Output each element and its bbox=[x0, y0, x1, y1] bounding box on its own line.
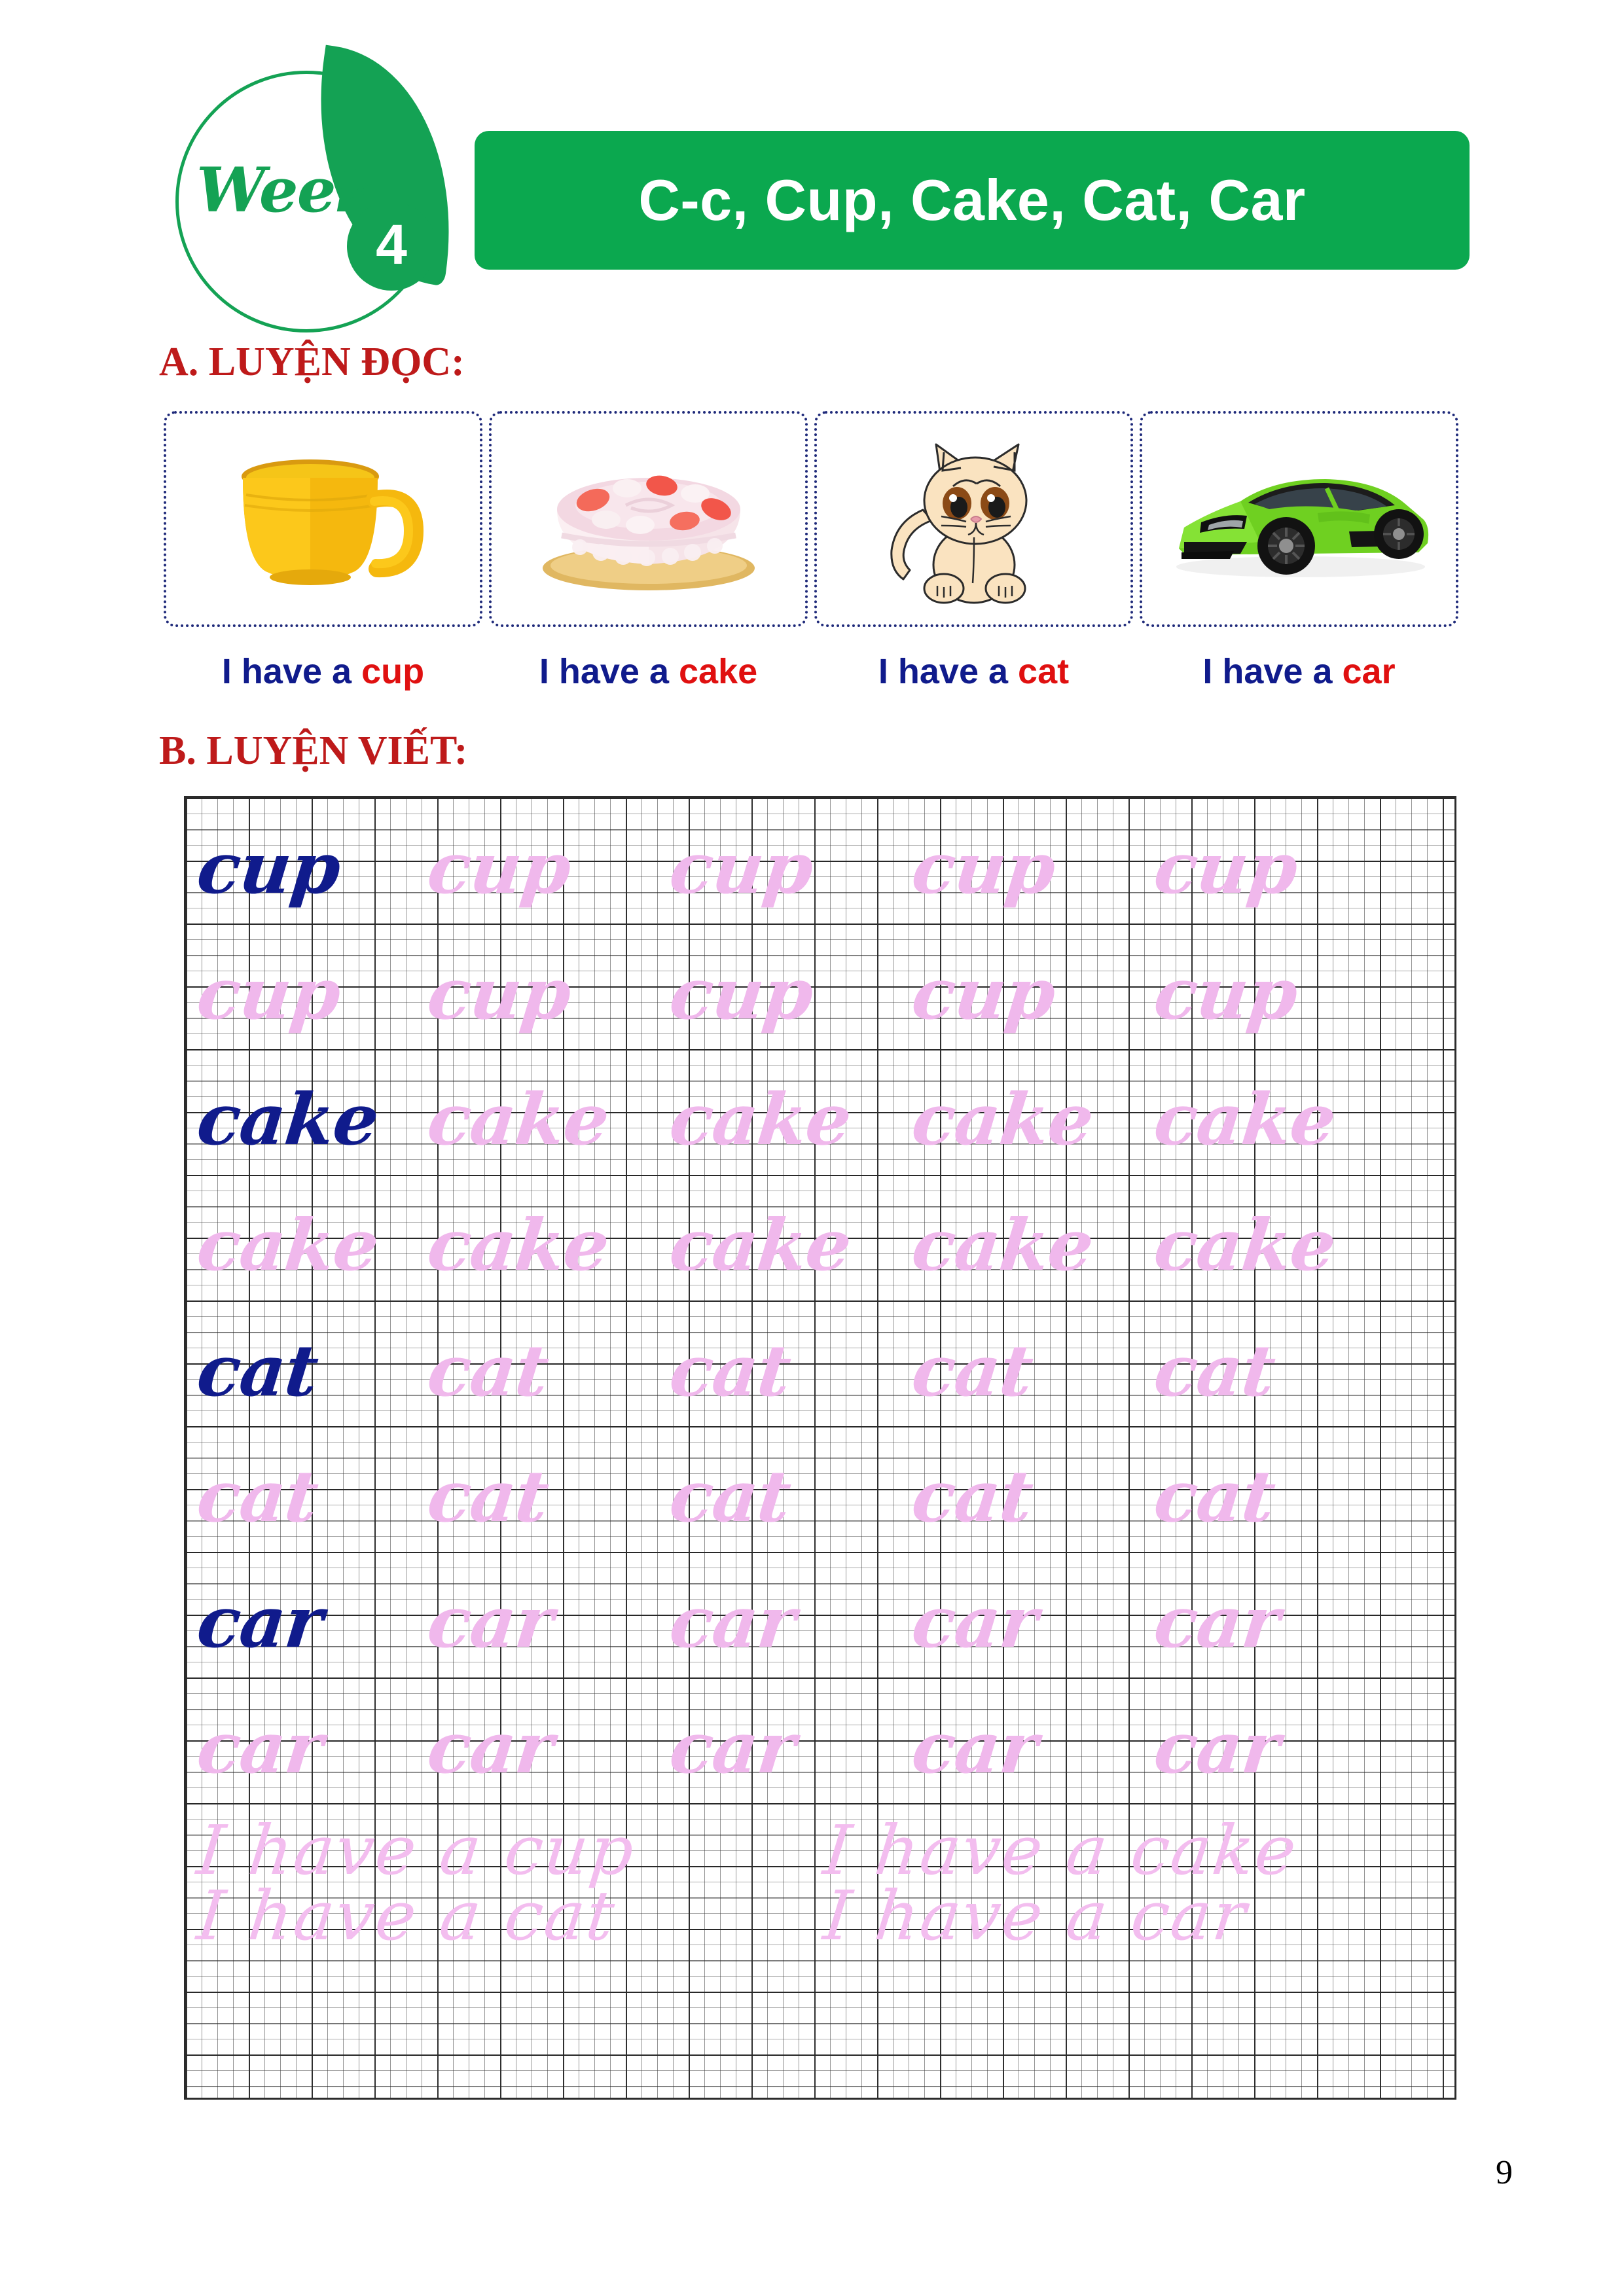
trace-word: cat bbox=[424, 1456, 552, 1538]
picture-card-cake bbox=[489, 411, 808, 627]
trace-word: car bbox=[424, 1707, 557, 1789]
model-word: cup bbox=[193, 827, 344, 910]
trace-word: cake bbox=[666, 1079, 855, 1161]
captions-row: I have a cup I have a cake I have a cat … bbox=[164, 641, 1465, 702]
page-header: Week 4 C-c, Cup, Cake, Cat, Car bbox=[0, 0, 1624, 332]
trace-word: cup bbox=[424, 827, 575, 910]
reading-section-heading: A. LUYỆN ĐỌC: bbox=[159, 340, 465, 384]
caption-cake: I have a cake bbox=[489, 641, 808, 702]
trace-word: cat bbox=[666, 1456, 795, 1538]
caption-prefix: I have a bbox=[878, 652, 1019, 691]
writing-row: car car car car car bbox=[186, 1552, 1454, 1677]
worksheet-page: Week 4 C-c, Cup, Cake, Cat, Car A. LUYỆN… bbox=[0, 0, 1624, 2296]
caption-keyword: cat bbox=[1018, 652, 1070, 691]
writing-row: cat cat cat cat cat bbox=[186, 1426, 1454, 1552]
cake-image bbox=[542, 475, 755, 590]
writing-row: cake cake cake cake cake bbox=[186, 1175, 1454, 1300]
trace-word: cake bbox=[193, 1204, 382, 1287]
caption-keyword: cup bbox=[361, 652, 425, 691]
cup-image bbox=[241, 459, 424, 585]
trace-word: cup bbox=[908, 953, 1059, 1035]
trace-word: cup bbox=[1150, 827, 1301, 910]
trace-word: cup bbox=[666, 827, 817, 910]
trace-word: car bbox=[193, 1707, 327, 1789]
week-number-value: 4 bbox=[376, 213, 407, 276]
trace-word: cup bbox=[424, 953, 575, 1035]
caption-cat: I have a cat bbox=[814, 641, 1133, 702]
writing-section-heading: B. LUYỆN VIẾT: bbox=[159, 728, 468, 773]
caption-cup: I have a cup bbox=[164, 641, 482, 702]
trace-word: cat bbox=[908, 1456, 1037, 1538]
car-image bbox=[1176, 479, 1428, 577]
picture-card-car bbox=[1140, 411, 1458, 627]
trace-word: cup bbox=[908, 827, 1059, 910]
writing-row: cake cake cake cake cake bbox=[186, 1049, 1454, 1175]
trace-word: cat bbox=[1150, 1456, 1279, 1538]
trace-word: car bbox=[424, 1581, 557, 1664]
trace-word: car bbox=[666, 1581, 799, 1664]
trace-word: cake bbox=[908, 1079, 1097, 1161]
trace-word: cat bbox=[424, 1330, 552, 1412]
caption-car: I have a car bbox=[1140, 641, 1458, 702]
writing-row: cat cat cat cat cat bbox=[186, 1300, 1454, 1426]
caption-keyword: car bbox=[1342, 652, 1396, 691]
trace-word: cake bbox=[908, 1204, 1097, 1287]
model-word: cake bbox=[193, 1079, 382, 1161]
trace-word: car bbox=[908, 1707, 1041, 1789]
trace-word: cake bbox=[1150, 1204, 1339, 1287]
trace-sentence: I have a cup bbox=[193, 1810, 639, 1890]
trace-word: cat bbox=[908, 1330, 1037, 1412]
picture-card-cup bbox=[164, 411, 482, 627]
model-word: cat bbox=[193, 1330, 322, 1412]
trace-word: car bbox=[666, 1707, 799, 1789]
week-number-badge: 4 bbox=[347, 202, 436, 291]
caption-prefix: I have a bbox=[1202, 652, 1343, 691]
trace-word: cat bbox=[193, 1456, 322, 1538]
picture-cards-row bbox=[164, 411, 1465, 628]
writing-practice-grid: cup cup cup cup cup cup cup cup cup cup cake cake ca… bbox=[184, 796, 1456, 2100]
trace-word: cake bbox=[424, 1079, 613, 1161]
trace-word: cup bbox=[193, 953, 344, 1035]
caption-keyword: cake bbox=[679, 652, 758, 691]
trace-word: cat bbox=[666, 1330, 795, 1412]
trace-word: cake bbox=[1150, 1079, 1339, 1161]
trace-word: cake bbox=[424, 1204, 613, 1287]
model-word: car bbox=[193, 1581, 327, 1664]
writing-row: cup cup cup cup cup bbox=[186, 798, 1454, 924]
caption-prefix: I have a bbox=[221, 652, 362, 691]
trace-word: car bbox=[1150, 1581, 1284, 1664]
writing-row: car car car car car bbox=[186, 1677, 1454, 1803]
trace-word: car bbox=[1150, 1707, 1284, 1789]
writing-row: cup cup cup cup cup bbox=[186, 924, 1454, 1049]
cat-image bbox=[890, 443, 1027, 604]
title-banner: C-c, Cup, Cake, Cat, Car bbox=[475, 131, 1470, 270]
page-number: 9 bbox=[1496, 2154, 1513, 2191]
trace-word: cat bbox=[1150, 1330, 1279, 1412]
trace-sentence: I have a car bbox=[820, 1876, 1251, 1956]
week-label: Week bbox=[196, 154, 378, 226]
caption-prefix: I have a bbox=[539, 652, 679, 691]
trace-sentence: I have a cake bbox=[820, 1810, 1301, 1890]
writing-content-layer: cup cup cup cup cup cup cup cup cup cup cake cake ca… bbox=[186, 798, 1454, 2098]
trace-word: cake bbox=[666, 1204, 855, 1287]
trace-word: car bbox=[908, 1581, 1041, 1664]
week-badge: Week 4 bbox=[169, 45, 475, 332]
sentence-row: I have a cat I have a car bbox=[186, 1876, 1454, 2007]
trace-word: cup bbox=[1150, 953, 1301, 1035]
page-title: C-c, Cup, Cake, Cat, Car bbox=[638, 168, 1306, 232]
trace-sentence: I have a cat bbox=[193, 1876, 620, 1956]
trace-word: cup bbox=[666, 953, 817, 1035]
picture-card-cat bbox=[814, 411, 1133, 627]
